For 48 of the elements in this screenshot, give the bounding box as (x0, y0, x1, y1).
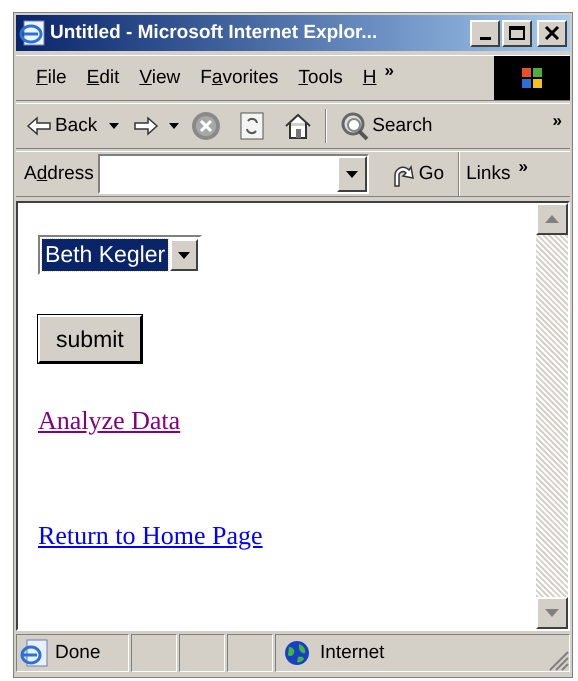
close-icon (544, 26, 560, 40)
globe-icon (284, 640, 310, 666)
scroll-down-button[interactable] (536, 597, 568, 629)
dropdown-arrow-icon[interactable] (346, 170, 358, 178)
dropdown-arrow-icon[interactable] (169, 123, 180, 129)
address-label: Address (23, 162, 95, 186)
forward-arrow-icon[interactable] (133, 116, 160, 136)
menu-item[interactable]: Favorites (190, 64, 288, 92)
window-title: Untitled - Microsoft Internet Explor... (50, 20, 378, 45)
dropdown-arrow-icon[interactable] (178, 252, 190, 258)
dropdown-arrow-icon[interactable] (109, 123, 120, 129)
menu-item[interactable]: H (352, 64, 386, 92)
close-button[interactable] (537, 20, 567, 46)
address-field[interactable] (98, 154, 369, 194)
menu-item[interactable]: Tools (288, 64, 353, 92)
minimize-button[interactable] (470, 20, 500, 46)
search-button[interactable]: Search (339, 111, 432, 141)
resize-grip-icon[interactable] (547, 649, 569, 671)
chevron-icon[interactable]: » (384, 58, 394, 84)
submit-button[interactable]: submit (38, 315, 142, 363)
stop-icon[interactable] (191, 111, 222, 141)
text-link[interactable]: Analyze Data (38, 401, 263, 440)
status-panel (179, 634, 225, 672)
back-arrow-icon (26, 116, 52, 136)
home-icon[interactable] (283, 112, 314, 140)
refresh-icon[interactable] (239, 111, 266, 141)
links-label[interactable]: Links (466, 160, 510, 188)
down-arrow-icon (545, 609, 559, 617)
text-link[interactable]: Return to Home Page (38, 516, 263, 555)
menu-item[interactable]: Edit (76, 64, 130, 92)
name-dropdown[interactable]: Beth Kegler (38, 235, 202, 275)
status-panel (227, 634, 273, 672)
zone-text: Internet (320, 640, 384, 665)
page-icon (19, 638, 49, 668)
go-button[interactable]: Go (388, 160, 444, 188)
windows-flag-icon (519, 65, 545, 91)
chevron-icon[interactable]: » (552, 108, 562, 134)
maximize-button[interactable] (502, 20, 532, 46)
chevron-icon[interactable]: » (518, 154, 528, 180)
status-text: Done (55, 640, 100, 665)
back-button[interactable]: Back (26, 112, 102, 140)
up-arrow-icon (545, 215, 559, 223)
scroll-up-button[interactable] (536, 203, 568, 235)
menu-item[interactable]: File (26, 64, 77, 92)
ie-logo-icon (18, 19, 46, 47)
vertical-scrollbar[interactable] (536, 203, 568, 629)
menu-item[interactable]: View (129, 64, 190, 92)
status-panel (131, 634, 177, 672)
